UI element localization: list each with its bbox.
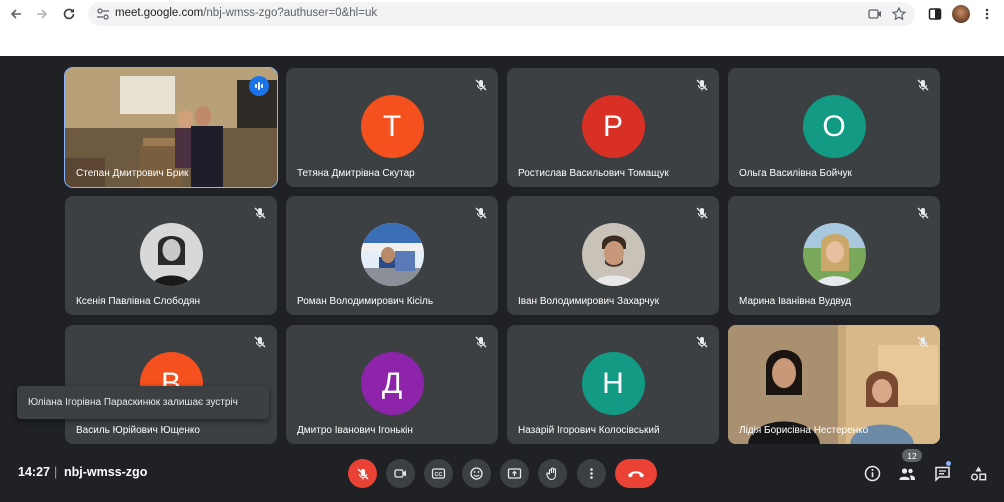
profile-avatar[interactable]	[952, 5, 970, 23]
present-screen-button[interactable]	[500, 459, 529, 488]
shapes-icon	[970, 466, 986, 480]
mic-off-icon	[253, 206, 267, 220]
camera-indicator-icon[interactable]	[867, 6, 883, 22]
participant-name: Ростислав Васильович Томащук	[518, 168, 669, 179]
address-bar[interactable]: meet.google.com/nbj-wmss-zgo?authuser=0&…	[88, 2, 915, 26]
captions-icon: CC	[431, 468, 446, 479]
participant-name: Дмитро Іванович Ігонькін	[297, 425, 413, 436]
participant-name: Марина Іванівна Вудвуд	[739, 296, 852, 307]
participant-tile[interactable]: Іван Володимирович Захарчук	[507, 196, 719, 315]
participant-initial-avatar: Р	[581, 95, 645, 158]
meeting-separator: |	[54, 465, 58, 479]
hang-up-icon	[628, 470, 644, 477]
mic-off-icon	[916, 206, 930, 220]
camera-icon	[394, 469, 406, 478]
participant-name: Степан Дмитрович Брик	[76, 168, 189, 179]
participant-name: Василь Юрійович Ющенко	[76, 425, 200, 436]
participant-tile[interactable]: Лідія Борисівна Нестеренко	[728, 325, 940, 444]
participant-photo-avatar	[139, 223, 203, 286]
url-text: meet.google.com/nbj-wmss-zgo?authuser=0&…	[115, 7, 377, 19]
present-screen-icon	[507, 468, 522, 479]
participant-tile[interactable]: Ксенія Павлівна Слободян	[65, 196, 277, 315]
mic-off-icon	[916, 335, 930, 349]
participant-initial-avatar: О	[802, 95, 866, 158]
participant-name: Іван Володимирович Захарчук	[518, 296, 660, 307]
chat-button[interactable]	[933, 464, 951, 482]
activities-button[interactable]	[969, 464, 987, 482]
captions-button[interactable]: CC	[424, 459, 453, 488]
url-path: /nbj-wmss-zgo?authuser=0&hl=uk	[203, 7, 378, 19]
speaking-indicator-icon	[249, 76, 269, 96]
participant-initial-avatar: Т	[360, 95, 424, 158]
people-icon	[899, 467, 915, 480]
mic-toggle-button[interactable]	[348, 459, 377, 488]
participant-tile[interactable]: О Ольга Василівна Бойчук	[728, 68, 940, 187]
participant-initial-avatar: Д	[360, 352, 424, 415]
bookmark-star-icon[interactable]	[891, 6, 907, 22]
people-count-badge: 12	[902, 449, 922, 462]
more-options-button[interactable]	[577, 459, 606, 488]
participant-tile[interactable]: Т Тетяна Дмитрівна Скутар	[286, 68, 498, 187]
reactions-button[interactable]	[462, 459, 491, 488]
svg-text:CC: CC	[435, 472, 443, 478]
mic-off-icon	[474, 206, 488, 220]
participant-tile[interactable]: В Василь Юрійович Ющенко	[65, 325, 277, 444]
emoji-icon	[470, 467, 483, 480]
more-menu-icon[interactable]	[975, 2, 999, 26]
participant-photo-avatar	[581, 223, 645, 286]
participant-initial-avatar: Н	[581, 352, 645, 415]
participant-tile[interactable]: Н Назарій Ігорович Колосівський	[507, 325, 719, 444]
camera-toggle-button[interactable]	[386, 459, 415, 488]
mic-off-icon	[253, 335, 267, 349]
participant-name: Ксенія Павлівна Слободян	[76, 296, 200, 307]
mic-off-icon	[695, 335, 709, 349]
participant-tile[interactable]: Степан Дмитрович Брик	[64, 67, 278, 188]
back-icon[interactable]	[4, 2, 28, 26]
forward-icon[interactable]	[30, 2, 54, 26]
browser-toolbar: meet.google.com/nbj-wmss-zgo?authuser=0&…	[0, 0, 1004, 28]
site-settings-icon[interactable]	[95, 6, 111, 22]
mic-off-icon	[357, 468, 368, 479]
mic-off-icon	[695, 206, 709, 220]
participant-name: Ольга Василівна Бойчук	[739, 168, 852, 179]
meeting-clock: 14:27	[18, 465, 50, 479]
participant-name: Роман Володимирович Кісіль	[297, 296, 434, 307]
side-panel-icon[interactable]	[923, 2, 947, 26]
people-button[interactable]	[898, 464, 916, 482]
chat-notification-dot	[946, 461, 951, 466]
participant-photo-avatar	[360, 223, 424, 286]
participant-tile[interactable]: Р Ростислав Васильович Томащук	[507, 68, 719, 187]
mic-off-icon	[916, 78, 930, 92]
browser-chrome: meet.google.com/nbj-wmss-zgo?authuser=0&…	[0, 0, 1004, 56]
leave-call-button[interactable]	[615, 459, 657, 488]
participant-tile[interactable]: Д Дмитро Іванович Ігонькін	[286, 325, 498, 444]
mic-off-icon	[474, 78, 488, 92]
participant-tile[interactable]: Роман Володимирович Кісіль	[286, 196, 498, 315]
participant-tile[interactable]: Марина Іванівна Вудвуд	[728, 196, 940, 315]
url-host: meet.google.com	[115, 7, 204, 19]
participant-name: Лідія Борисівна Нестеренко	[739, 425, 869, 436]
hand-icon	[546, 467, 557, 481]
raise-hand-button[interactable]	[538, 459, 567, 488]
more-vert-icon	[590, 468, 593, 479]
meeting-code: nbj-wmss-zgo	[64, 465, 148, 479]
participant-left-toast: Юліана Ігорівна Параскинюк залишає зустр…	[17, 386, 269, 419]
mic-off-icon	[474, 335, 488, 349]
chat-icon	[934, 466, 950, 482]
participant-name: Тетяна Дмитрівна Скутар	[297, 168, 415, 179]
meeting-details-button[interactable]	[863, 464, 881, 482]
reload-icon[interactable]	[57, 2, 81, 26]
mic-off-icon	[695, 78, 709, 92]
info-icon	[864, 465, 880, 481]
participant-name: Назарій Ігорович Колосівський	[518, 425, 660, 436]
participant-photo-avatar	[802, 223, 866, 286]
